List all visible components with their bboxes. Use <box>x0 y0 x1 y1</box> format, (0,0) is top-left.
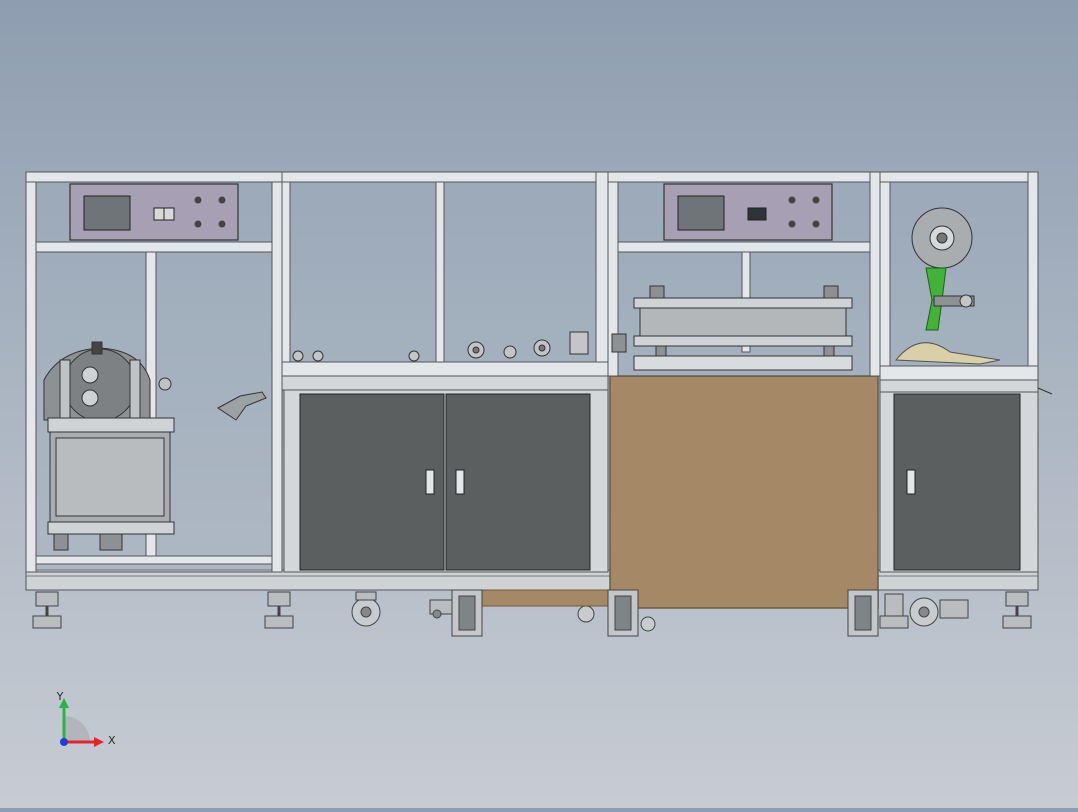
control-panel-right <box>663 183 833 241</box>
door-handle-icon[interactable] <box>906 469 916 495</box>
label-roll <box>911 207 973 269</box>
machine-base <box>25 569 1039 591</box>
axis-triad-icon: Y X <box>56 690 116 747</box>
cabinet-door-left[interactable] <box>299 393 445 571</box>
module-middle-conveyor <box>281 171 609 573</box>
y-axis-label: Y <box>56 690 64 703</box>
hmi-screen-right <box>677 195 725 231</box>
module-left-unwinder <box>25 171 283 573</box>
control-panel-left <box>69 183 239 241</box>
hmi-screen-left <box>83 195 131 231</box>
module-press <box>607 171 881 377</box>
x-axis-label: X <box>108 734 116 747</box>
cabinet-door-right[interactable] <box>445 393 591 571</box>
door-handle-icon[interactable] <box>455 469 465 495</box>
machine-drawing: Y X <box>25 171 1053 747</box>
press-unit <box>611 285 853 371</box>
module-right-labeler <box>879 171 1053 573</box>
cad-viewport[interactable]: Y X <box>0 0 1078 808</box>
button-indicator <box>194 196 202 204</box>
door-handle-icon[interactable] <box>425 469 435 495</box>
